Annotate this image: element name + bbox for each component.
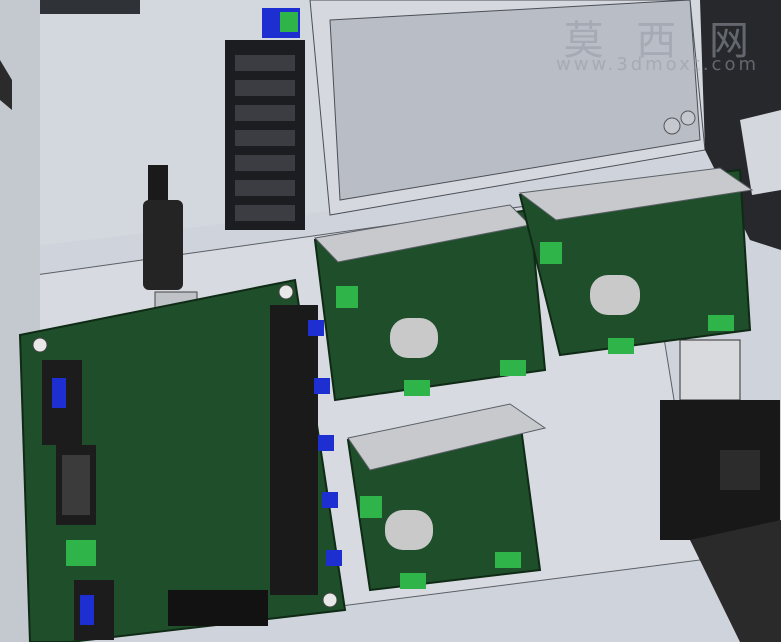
usb-plug-icon: [143, 200, 183, 290]
cad-assembly-render: [0, 0, 781, 642]
power-supply-screw: [680, 110, 696, 126]
top-left-bar: [40, 0, 140, 14]
capacitor-icon: [390, 318, 438, 358]
driver-module-2: [518, 167, 754, 357]
driver-module-1: [313, 204, 547, 402]
driver-connector-column: [270, 305, 318, 595]
power-inlet-socket: [720, 450, 760, 490]
power-supply-screw: [663, 117, 681, 135]
side-bracket: [679, 339, 741, 401]
green-terminal: [280, 12, 298, 32]
terminal-block-icon: [336, 286, 358, 308]
usb-cable: [148, 165, 168, 205]
driver-module-3: [346, 403, 547, 592]
cad-render-scene: 莫 西 网 www.3dmoxt.com: [0, 0, 781, 642]
